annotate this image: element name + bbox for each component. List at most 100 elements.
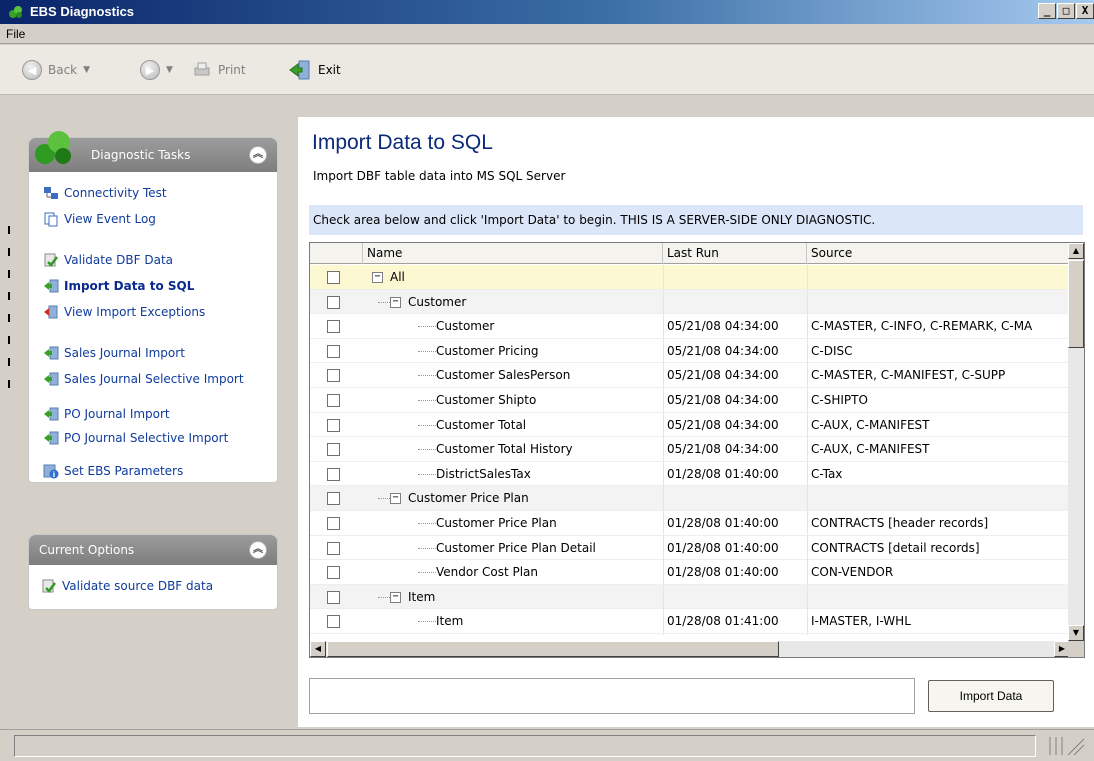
table-row[interactable]: − All bbox=[310, 265, 1070, 290]
content-pane: Import Data to SQL Import DBF table data… bbox=[298, 117, 1094, 727]
table-row[interactable]: − Customer Price Plan bbox=[310, 486, 1070, 511]
table-row[interactable]: Item 01/28/08 01:41:00 I-MASTER, I-WHL bbox=[310, 609, 1070, 634]
table-row[interactable]: Customer SalesPerson 05/21/08 04:34:00 C-M… bbox=[310, 363, 1070, 388]
column-separator bbox=[663, 511, 664, 535]
row-checkbox[interactable] bbox=[327, 418, 340, 432]
collapse-toggle-icon[interactable]: − bbox=[390, 591, 401, 603]
row-last-run: 05/21/08 04:34:00 bbox=[667, 319, 779, 334]
collapse-toggle-icon[interactable]: − bbox=[372, 272, 383, 283]
maximize-button[interactable]: □ bbox=[1057, 3, 1075, 19]
scroll-thumb[interactable] bbox=[327, 641, 779, 657]
menu-bar: File bbox=[0, 24, 1094, 44]
row-checkbox[interactable] bbox=[327, 443, 340, 457]
row-checkbox[interactable] bbox=[327, 295, 340, 309]
task-import-data-to-sql[interactable]: Import Data to SQL bbox=[43, 278, 194, 294]
import-data-button[interactable]: Import Data bbox=[928, 680, 1054, 712]
table-row[interactable]: Customer 05/21/08 04:34:00 C-MASTER, C-INF… bbox=[310, 314, 1070, 339]
row-checkbox[interactable] bbox=[327, 344, 340, 358]
task-sales-journal-import[interactable]: Sales Journal Import bbox=[43, 345, 185, 361]
back-arrow-icon: ◀ bbox=[22, 60, 42, 80]
scroll-down-button[interactable]: ▼ bbox=[1068, 625, 1084, 641]
diagnostic-tasks-header[interactable]: Diagnostic Tasks ︽ bbox=[29, 131, 277, 172]
task-connectivity-test[interactable]: Connectivity Test bbox=[43, 185, 167, 201]
row-checkbox[interactable] bbox=[327, 271, 340, 284]
task-sales-journal-selective-import[interactable]: Sales Journal Selective Import bbox=[43, 371, 244, 387]
row-name: Customer Price Plan bbox=[408, 491, 529, 506]
row-checkbox[interactable] bbox=[327, 615, 340, 629]
collapse-toggle-icon[interactable]: − bbox=[390, 296, 401, 308]
minimize-button[interactable]: _ bbox=[1038, 3, 1056, 19]
vertical-scrollbar[interactable]: ▲ ▼ bbox=[1068, 243, 1084, 641]
table-row[interactable]: Customer Price Plan 01/28/08 01:40:00 CONT… bbox=[310, 511, 1070, 536]
column-separator bbox=[807, 609, 808, 634]
row-last-run: 01/28/08 01:40:00 bbox=[667, 466, 779, 481]
header-last-run[interactable]: Last Run bbox=[663, 243, 807, 264]
current-options-header[interactable]: Current Options ︽ bbox=[29, 535, 277, 565]
column-separator bbox=[807, 511, 808, 535]
back-button[interactable]: ◀ Back ▼ bbox=[22, 59, 90, 81]
forward-button[interactable]: ▶ ▼ bbox=[140, 59, 173, 81]
table-row[interactable]: Item InventoryI-AUX, I-AUXSUP bbox=[310, 634, 1070, 635]
table-row[interactable]: Customer Shipto 05/21/08 04:34:00 C-SHIPTO bbox=[310, 388, 1070, 413]
scroll-left-button[interactable]: ◀ bbox=[310, 641, 326, 657]
header-source[interactable]: Source bbox=[807, 243, 1070, 264]
row-source: C-AUX, C-MANIFEST bbox=[811, 442, 930, 457]
import-icon bbox=[44, 279, 59, 293]
chevron-down-icon[interactable]: ▼ bbox=[83, 65, 90, 75]
row-checkbox[interactable] bbox=[327, 590, 340, 604]
current-options-panel: Current Options ︽ Validate source DBF da… bbox=[28, 534, 278, 610]
row-last-run: 05/21/08 04:34:00 bbox=[667, 368, 779, 383]
column-separator bbox=[807, 289, 808, 314]
column-separator bbox=[663, 289, 664, 314]
row-name: Customer Total History bbox=[436, 442, 573, 457]
row-checkbox[interactable] bbox=[327, 394, 340, 407]
menu-file[interactable]: File bbox=[6, 27, 25, 41]
forward-arrow-icon: ▶ bbox=[140, 60, 160, 80]
column-separator bbox=[663, 388, 664, 412]
row-checkbox[interactable] bbox=[327, 492, 340, 506]
scroll-thumb[interactable] bbox=[1068, 260, 1084, 348]
row-name: Customer Total bbox=[436, 417, 527, 432]
collapse-chevron-icon[interactable]: ︽ bbox=[249, 146, 267, 164]
table-row[interactable]: Customer Price Plan Detail 01/28/08 01:40… bbox=[310, 535, 1070, 561]
row-checkbox[interactable] bbox=[327, 566, 340, 580]
chevron-down-icon[interactable]: ▼ bbox=[166, 65, 173, 75]
task-validate-dbf-data[interactable]: Validate DBF Data bbox=[43, 252, 173, 268]
status-bar bbox=[0, 729, 1094, 761]
task-set-ebs-parameters[interactable]: i Set EBS Parameters bbox=[43, 463, 183, 479]
task-view-import-exceptions[interactable]: View Import Exceptions bbox=[43, 304, 205, 320]
row-checkbox[interactable] bbox=[327, 369, 340, 383]
table-row[interactable]: − Item bbox=[310, 584, 1070, 610]
table-row[interactable]: DistrictSalesTax 01/28/08 01:40:00 C-Tax bbox=[310, 461, 1070, 487]
collapse-chevron-icon[interactable]: ︽ bbox=[249, 541, 267, 559]
table-row[interactable]: Vendor Cost Plan 01/28/08 01:40:00 CON-VEN… bbox=[310, 560, 1070, 585]
exit-button[interactable]: Exit bbox=[288, 59, 341, 81]
collapse-toggle-icon[interactable]: − bbox=[390, 493, 401, 505]
task-view-event-log[interactable]: View Event Log bbox=[43, 211, 156, 227]
row-checkbox[interactable] bbox=[327, 541, 340, 555]
row-checkbox[interactable] bbox=[327, 467, 340, 481]
tree-connector bbox=[378, 596, 390, 598]
event-log-icon bbox=[44, 212, 58, 227]
print-button[interactable]: Print bbox=[192, 59, 246, 81]
task-po-journal-import[interactable]: PO Journal Import bbox=[43, 406, 170, 422]
tree-connector bbox=[418, 547, 436, 549]
scroll-up-button[interactable]: ▲ bbox=[1068, 243, 1084, 259]
table-row[interactable]: Customer Total 05/21/08 04:34:00 C-AUX, C-… bbox=[310, 412, 1070, 438]
row-checkbox[interactable] bbox=[327, 320, 340, 334]
header-name[interactable]: Name bbox=[363, 243, 663, 264]
row-name: Customer bbox=[408, 294, 467, 309]
task-po-journal-selective-import[interactable]: PO Journal Selective Import bbox=[43, 430, 228, 446]
option-validate-source-dbf-data[interactable]: Validate source DBF data bbox=[41, 578, 213, 594]
table-row[interactable]: − Customer bbox=[310, 289, 1070, 315]
resize-grip-icon[interactable] bbox=[1046, 735, 1086, 757]
horizontal-scrollbar[interactable]: ◀ ▶ bbox=[310, 641, 1070, 657]
table-row[interactable]: Customer Total History 05/21/08 04:34:00 C… bbox=[310, 437, 1070, 462]
row-checkbox[interactable] bbox=[327, 517, 340, 530]
row-source: CONTRACTS [detail records] bbox=[811, 540, 980, 555]
table-row[interactable]: Customer Pricing 05/21/08 04:34:00 C-DISC bbox=[310, 338, 1070, 364]
printer-icon bbox=[194, 62, 210, 76]
column-separator bbox=[663, 584, 664, 609]
close-button[interactable]: X bbox=[1076, 3, 1094, 19]
row-source: CONTRACTS [header records] bbox=[811, 516, 989, 530]
